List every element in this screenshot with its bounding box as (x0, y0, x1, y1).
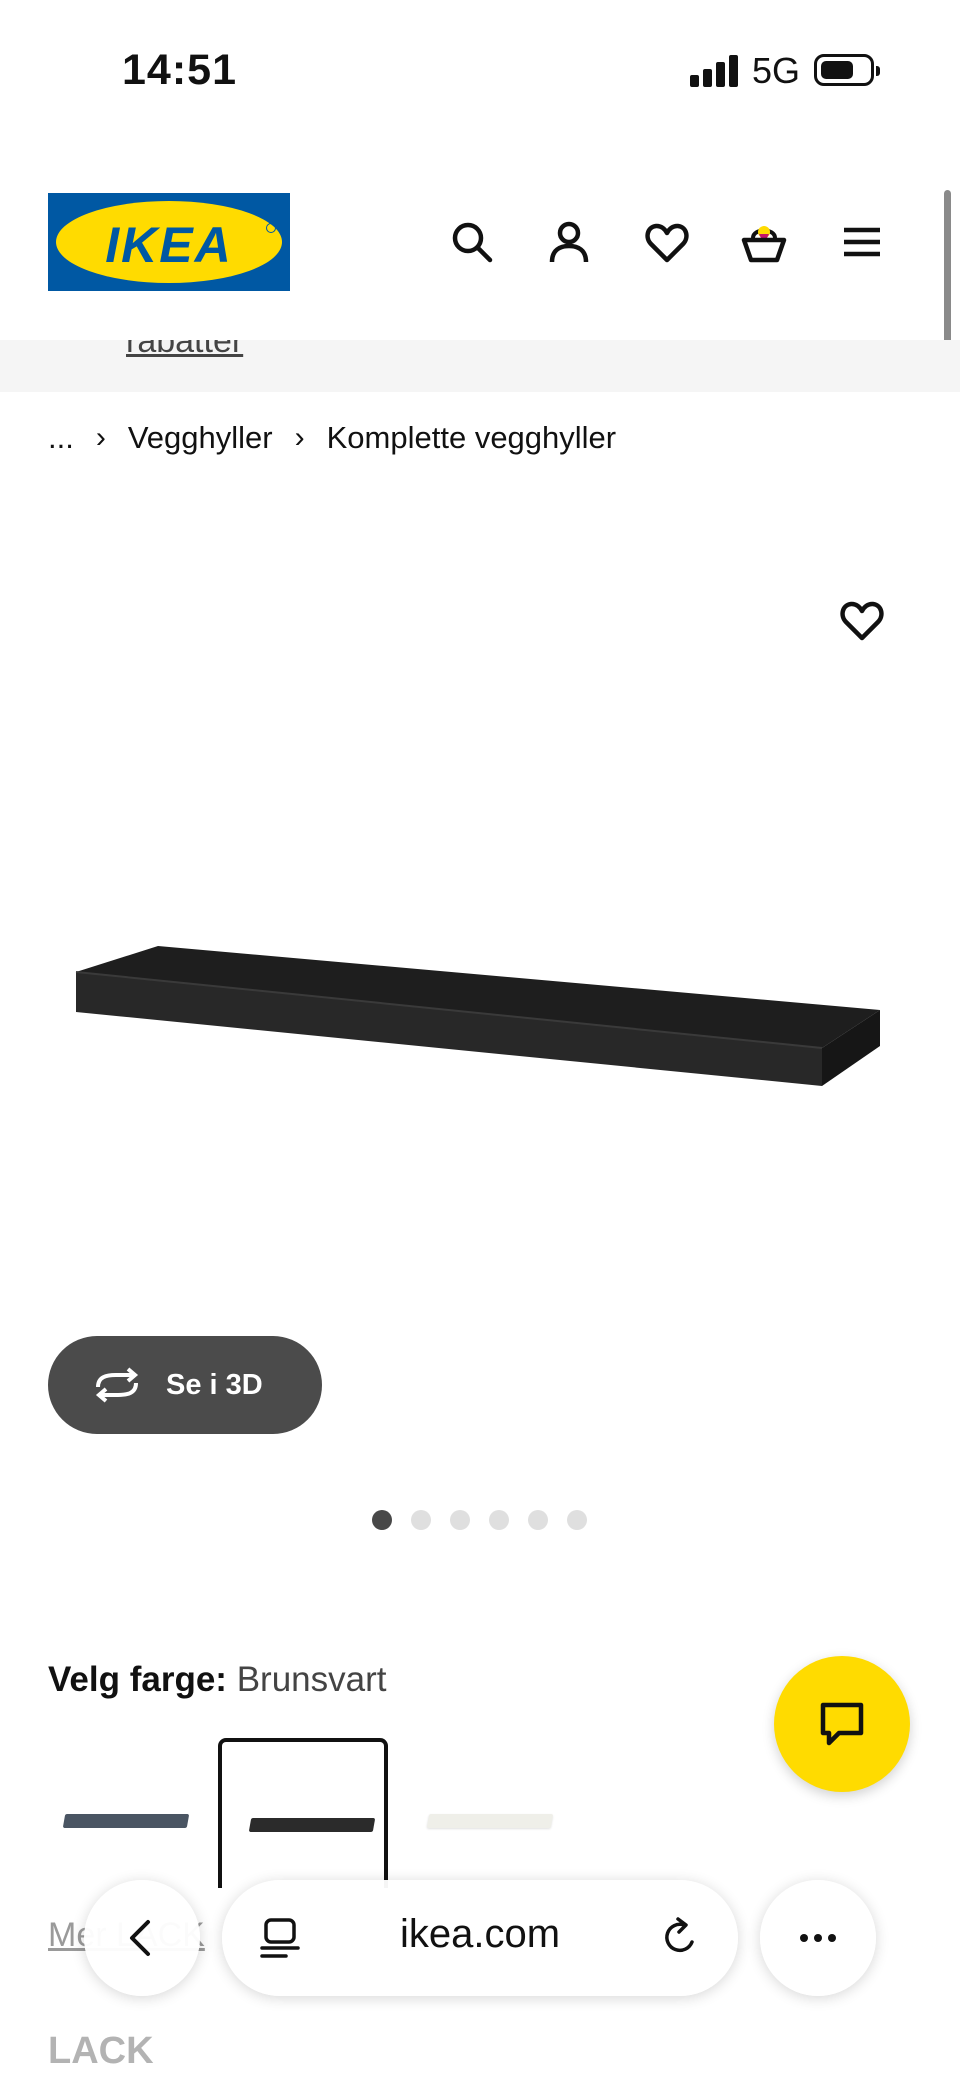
carousel-dot[interactable] (528, 1510, 548, 1530)
carousel-dot[interactable] (489, 1510, 509, 1530)
favorites-heart-icon[interactable] (643, 218, 691, 266)
network-type: 5G (752, 50, 801, 91)
color-value: Brunsvart (236, 1660, 387, 1699)
view-in-3d-label: Se i 3D (166, 1368, 263, 1401)
add-to-favorites-heart-icon[interactable] (838, 596, 886, 644)
carousel-dot[interactable] (567, 1510, 587, 1530)
status-time: 14:51 (122, 46, 237, 94)
menu-hamburger-icon[interactable] (838, 218, 886, 266)
color-label: Velg farge: (48, 1660, 227, 1699)
chevron-right-icon: › (294, 421, 305, 454)
search-icon[interactable] (448, 218, 496, 266)
site-header: IKEA (0, 140, 960, 340)
address-bar[interactable]: ikea.com (222, 1880, 738, 1996)
more-options-button[interactable] (760, 1880, 876, 1996)
browser-toolbar: ikea.com (0, 1860, 960, 2020)
logo-text: IKEA (105, 217, 233, 273)
breadcrumb-item-vegghyller[interactable]: Vegghyller (128, 420, 273, 456)
account-icon[interactable] (545, 218, 593, 266)
ellipsis-icon (800, 1934, 836, 1942)
swatch-shelf-thumbnail (248, 1818, 376, 1832)
status-bar: 14:51 5G (0, 0, 960, 140)
reload-icon[interactable] (658, 1916, 702, 1960)
page-scrollbar[interactable] (944, 190, 951, 360)
battery-icon (814, 54, 880, 86)
swatch-shelf-thumbnail (426, 1814, 554, 1828)
shopping-basket-icon[interactable] (740, 218, 788, 266)
breadcrumb-item-komplette-vegghyller[interactable]: Komplette vegghyller (327, 420, 617, 456)
color-selection-label: Velg farge: Brunsvart (48, 1660, 386, 1700)
carousel-dot[interactable] (450, 1510, 470, 1530)
chat-bubble-icon (820, 1702, 864, 1746)
chat-button[interactable] (774, 1656, 910, 1792)
rotate-3d-icon (95, 1367, 139, 1403)
image-carousel-dots[interactable] (372, 1510, 587, 1530)
chevron-right-icon: › (95, 421, 106, 454)
breadcrumb: ... › Vegghyller › Komplette vegghyller (48, 420, 616, 456)
browser-back-button[interactable] (84, 1880, 200, 1996)
breadcrumb-ellipsis[interactable]: ... (48, 420, 74, 456)
carousel-dot[interactable] (411, 1510, 431, 1530)
chevron-left-icon (130, 1920, 150, 1956)
swatch-shelf-thumbnail (62, 1814, 190, 1828)
promo-link[interactable]: rabatter (126, 340, 243, 361)
product-name: LACK (48, 2030, 154, 2072)
product-image[interactable] (0, 880, 960, 1120)
carousel-dot[interactable] (372, 1510, 392, 1530)
promo-strip: rabatter (0, 340, 960, 392)
cellular-signal-icon (690, 55, 738, 87)
ikea-logo[interactable]: IKEA (48, 193, 290, 291)
view-in-3d-button[interactable]: Se i 3D (48, 1336, 322, 1434)
